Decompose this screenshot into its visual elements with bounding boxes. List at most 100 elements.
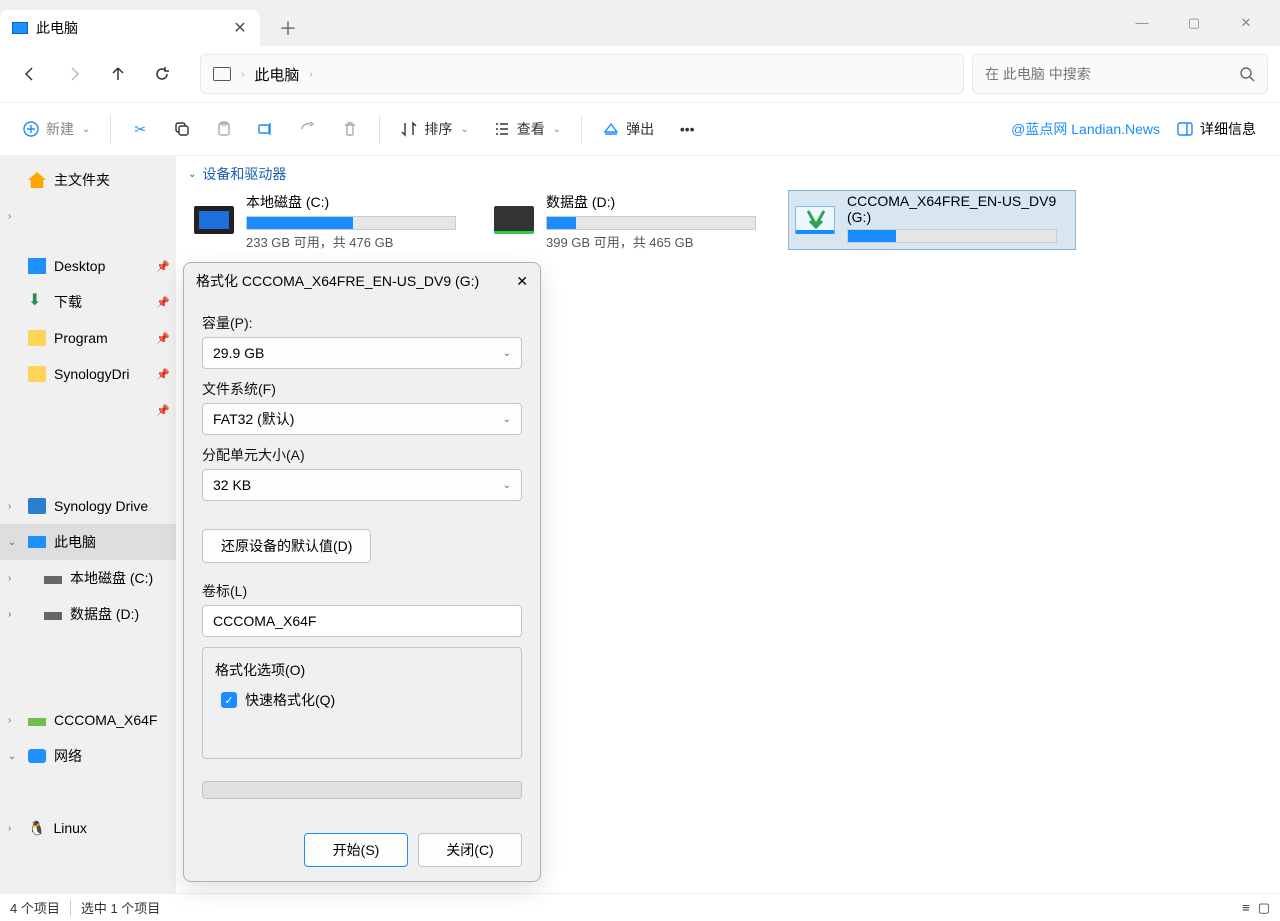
close-window-button[interactable]: ✕: [1232, 15, 1260, 31]
copy-icon: [173, 120, 191, 138]
titlebar: 此电脑 ✕ ＋ — ▢ ✕: [0, 0, 1280, 46]
cut-button[interactable]: ✂: [121, 110, 159, 148]
sidebar-item-pinned[interactable]: 📌: [0, 392, 176, 428]
eject-button[interactable]: 弹出: [592, 110, 664, 148]
chevron-down-icon: ⌄: [503, 414, 511, 425]
up-button[interactable]: [100, 56, 136, 92]
format-options-label: 格式化选项(O): [215, 660, 509, 680]
home-icon: [28, 172, 46, 188]
capacity-label: 容量(P):: [202, 313, 522, 333]
start-button[interactable]: 开始(S): [304, 833, 408, 867]
usb-drive-icon: [795, 206, 835, 234]
address-bar[interactable]: › 此电脑 ›: [200, 54, 964, 94]
list-view-button[interactable]: ≡: [1242, 900, 1250, 916]
allocation-select[interactable]: 32 KB ⌄: [202, 469, 522, 501]
grid-view-button[interactable]: ▢: [1258, 900, 1270, 916]
pin-icon: 📌: [156, 368, 170, 381]
view-icon: [493, 120, 511, 138]
forward-button[interactable]: [56, 56, 92, 92]
allocation-label: 分配单元大小(A): [202, 445, 522, 465]
close-tab-button[interactable]: ✕: [232, 18, 248, 38]
pc-icon: [213, 67, 231, 81]
drives-grid: 本地磁盘 (C:) 233 GB 可用，共 476 GB 数据盘 (D:) 39…: [188, 190, 1268, 250]
drive-d[interactable]: 数据盘 (D:) 399 GB 可用，共 465 GB: [488, 190, 776, 250]
section-header-devices[interactable]: ⌄ 设备和驱动器: [188, 164, 1268, 184]
chevron-down-icon: ⌄: [8, 751, 16, 762]
new-button[interactable]: 新建 ⌄: [12, 110, 100, 148]
pc-icon: [28, 536, 46, 548]
share-button[interactable]: [289, 110, 327, 148]
sidebar-item-drive-d[interactable]: ›数据盘 (D:): [0, 596, 176, 632]
sidebar-item-drive-g[interactable]: ›CCCOMA_X64F: [0, 702, 176, 738]
details-pane-button[interactable]: 详细信息: [1164, 119, 1268, 139]
restore-defaults-button[interactable]: 还原设备的默认值(D): [202, 529, 371, 563]
scissors-icon: ✂: [131, 120, 149, 138]
pin-icon: 📌: [156, 296, 170, 309]
sidebar: 主文件夹 › Desktop📌 ⬇下载📌 Program📌 SynologyDr…: [0, 156, 176, 898]
search-box[interactable]: [972, 54, 1268, 94]
sidebar-item-network[interactable]: ⌄网络: [0, 738, 176, 774]
breadcrumb-location[interactable]: 此电脑: [254, 64, 299, 85]
volume-label-input[interactable]: [202, 605, 522, 637]
sidebar-item-synology-drive[interactable]: ›Synology Drive: [0, 488, 176, 524]
sidebar-item-synology[interactable]: SynologyDri📌: [0, 356, 176, 392]
drive-g[interactable]: CCCOMA_X64FRE_EN-US_DV9 (G:): [788, 190, 1076, 250]
dialog-close-button[interactable]: ✕: [516, 273, 528, 290]
item-count: 4 个项目: [10, 898, 60, 917]
window-controls: — ▢ ✕: [1128, 15, 1280, 31]
eject-icon: [602, 120, 620, 138]
clipboard-icon: [215, 120, 233, 138]
more-button[interactable]: •••: [668, 110, 706, 148]
chevron-down-icon: ⌄: [82, 124, 90, 135]
rename-button[interactable]: [247, 110, 285, 148]
divider: [70, 900, 71, 916]
divider: [110, 115, 111, 143]
paste-button[interactable]: [205, 110, 243, 148]
drive-icon: [494, 206, 534, 234]
quick-format-checkbox[interactable]: ✓ 快速格式化(Q): [215, 690, 509, 710]
pin-icon: 📌: [156, 260, 170, 273]
share-icon: [299, 120, 317, 138]
pin-icon: 📌: [156, 332, 170, 345]
panel-icon: [1176, 120, 1194, 138]
back-button[interactable]: [12, 56, 48, 92]
sidebar-item-linux[interactable]: ›🐧Linux: [0, 810, 176, 846]
sidebar-item-downloads[interactable]: ⬇下载📌: [0, 284, 176, 320]
folder-icon: [28, 498, 46, 514]
breadcrumb-separator: ›: [241, 69, 244, 80]
chevron-right-icon: ›: [8, 573, 11, 584]
dialog-titlebar[interactable]: 格式化 CCCOMA_X64FRE_EN-US_DV9 (G:) ✕: [184, 263, 540, 299]
drive-c[interactable]: 本地磁盘 (C:) 233 GB 可用，共 476 GB: [188, 190, 476, 250]
toolbar: 新建 ⌄ ✂ 排序 ⌄ 查看 ⌄ 弹出 ••• @蓝点网 Landian.New…: [0, 102, 1280, 156]
refresh-button[interactable]: [144, 56, 180, 92]
volume-label-label: 卷标(L): [202, 581, 522, 601]
sidebar-item-desktop[interactable]: Desktop📌: [0, 248, 176, 284]
new-tab-button[interactable]: ＋: [272, 15, 304, 41]
chevron-right-icon: ›: [8, 823, 11, 834]
linux-icon: 🐧: [28, 820, 45, 837]
usb-icon: [28, 718, 46, 726]
sort-button[interactable]: 排序 ⌄: [390, 110, 478, 148]
sidebar-item-drive-c[interactable]: ›本地磁盘 (C:): [0, 560, 176, 596]
delete-button[interactable]: [331, 110, 369, 148]
checkbox-checked-icon: ✓: [221, 692, 237, 708]
filesystem-select[interactable]: FAT32 (默认) ⌄: [202, 403, 522, 435]
search-icon[interactable]: [1239, 66, 1255, 82]
window-tab[interactable]: 此电脑 ✕: [0, 10, 260, 46]
network-icon: [28, 749, 46, 763]
chevron-down-icon: ⌄: [188, 169, 196, 180]
view-button[interactable]: 查看 ⌄: [483, 110, 571, 148]
capacity-select[interactable]: 29.9 GB ⌄: [202, 337, 522, 369]
search-input[interactable]: [985, 66, 1239, 82]
chevron-down-icon: ⌄: [8, 537, 16, 548]
sidebar-item-program[interactable]: Program📌: [0, 320, 176, 356]
chevron-down-icon: ⌄: [460, 124, 468, 135]
sidebar-item-home[interactable]: 主文件夹: [0, 162, 176, 198]
copy-button[interactable]: [163, 110, 201, 148]
maximize-button[interactable]: ▢: [1180, 15, 1208, 31]
minimize-button[interactable]: —: [1128, 15, 1156, 31]
sidebar-item-this-pc[interactable]: ⌄此电脑: [0, 524, 176, 560]
close-button[interactable]: 关闭(C): [418, 833, 522, 867]
sort-icon: [400, 120, 418, 138]
sidebar-item-blank[interactable]: ›: [0, 198, 176, 234]
